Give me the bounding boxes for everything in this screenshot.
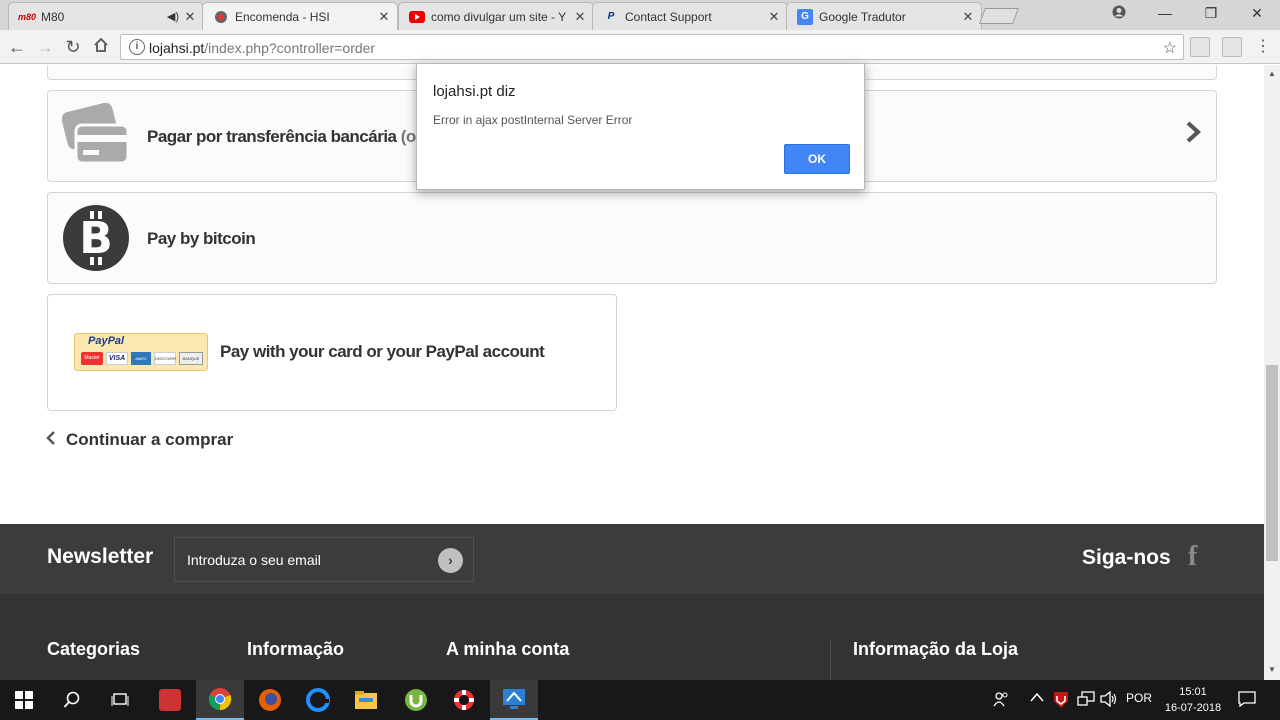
chrome-icon[interactable]	[196, 680, 244, 720]
notifications-icon[interactable]	[1238, 691, 1256, 710]
credit-card-icon	[61, 102, 130, 174]
extension-pdf-icon[interactable]	[1190, 37, 1210, 57]
bitcoin-label: Pay by bitcoin	[147, 229, 256, 248]
app-icon-red[interactable]	[146, 680, 194, 720]
hsi-icon	[213, 9, 229, 25]
paypal-icon: P	[607, 11, 615, 22]
paypal-logo: PayPal Master VISA AMEX DISCOVER BANQUE	[74, 333, 208, 371]
start-button[interactable]	[0, 680, 48, 720]
tab-m80[interactable]: m80 M80 ◀) ✕	[8, 2, 204, 30]
tab-title: Contact Support	[625, 9, 712, 24]
bookmark-star-icon[interactable]: ☆	[1163, 38, 1177, 58]
dialog-message: Error in ajax postInternal Server Error	[433, 113, 633, 127]
lifebuoy-icon[interactable]	[440, 680, 488, 720]
tab-strip: m80 M80 ◀) ✕ Encomenda - HSI ✕ como divu…	[0, 0, 1280, 30]
menu-icon[interactable]: ⋮	[1252, 36, 1274, 58]
reload-icon[interactable]: ↻	[62, 36, 84, 58]
scrollbar-thumb[interactable]	[1266, 365, 1278, 561]
newsletter-title: Newsletter	[47, 545, 154, 568]
alert-dialog: lojahsi.pt diz Error in ajax postInterna…	[416, 63, 865, 190]
tab-title: Encomenda - HSI	[235, 9, 330, 24]
people-icon[interactable]	[993, 691, 1009, 710]
close-icon[interactable]: ✕	[767, 9, 781, 25]
close-icon[interactable]: ✕	[377, 9, 391, 25]
tab-title: Google Tradutor	[819, 9, 906, 24]
chevron-right-icon	[1185, 121, 1201, 149]
chevron-left-icon	[46, 430, 56, 450]
window-close-button[interactable]: ✕	[1242, 5, 1272, 22]
payment-option-paypal[interactable]: PayPal Master VISA AMEX DISCOVER BANQUE …	[47, 294, 617, 411]
search-icon[interactable]	[48, 680, 96, 720]
tab-contact-support[interactable]: P Contact Support ✕	[592, 2, 788, 30]
ok-button[interactable]: OK	[784, 144, 850, 174]
tab-youtube[interactable]: como divulgar um site - Y ✕	[398, 2, 594, 30]
scroll-down-icon[interactable]: ▼	[1268, 665, 1276, 674]
continue-shopping-link[interactable]: Continuar a comprar	[46, 430, 233, 450]
browser-toolbar: ← → ↻ i lojahsi.pt/index.php?controller=…	[0, 30, 1280, 64]
new-tab-button[interactable]	[979, 8, 1019, 24]
footer-heading-informacao-loja: Informação da Loja	[853, 639, 1019, 659]
profile-icon[interactable]	[1104, 5, 1134, 22]
language-indicator[interactable]: POR	[1126, 691, 1152, 705]
submit-arrow-icon[interactable]: ›	[438, 548, 463, 573]
file-explorer-icon[interactable]	[342, 680, 390, 720]
tab-title: M80	[41, 9, 65, 24]
minimize-button[interactable]: —	[1150, 5, 1180, 21]
tab-google-tradutor[interactable]: G Google Tradutor ✕	[786, 2, 982, 30]
close-icon[interactable]: ✕	[961, 9, 975, 25]
task-view-icon[interactable]	[96, 680, 144, 720]
windows-icon	[15, 691, 33, 709]
follow-us-label: Siga-nos	[1082, 546, 1171, 569]
dialog-title: lojahsi.pt diz	[433, 83, 516, 100]
page-scrollbar[interactable]: ▲ ▼	[1264, 65, 1280, 680]
info-icon[interactable]: i	[129, 39, 145, 55]
firefox-icon[interactable]	[246, 680, 294, 720]
network-icon[interactable]	[1077, 691, 1095, 710]
youtube-icon	[409, 9, 425, 25]
newsletter-email-input[interactable]: Introduza o seu email ›	[174, 537, 474, 582]
forward-icon[interactable]: →	[34, 36, 56, 58]
tab-title: como divulgar um site - Y	[431, 9, 567, 24]
volume-icon[interactable]	[1100, 690, 1118, 710]
footer-divider	[830, 639, 831, 680]
facebook-icon[interactable]: f	[1188, 541, 1197, 573]
chevron-up-icon[interactable]	[1030, 691, 1044, 705]
rdp-icon[interactable]	[490, 680, 538, 720]
address-bar[interactable]: i lojahsi.pt/index.php?controller=order …	[120, 34, 1184, 60]
bitcoin-icon: B	[63, 205, 129, 271]
mcafee-icon[interactable]	[1053, 691, 1069, 712]
home-icon[interactable]	[90, 36, 112, 58]
url-text[interactable]: lojahsi.pt/index.php?controller=order	[149, 40, 375, 56]
footer-heading-informacao: Informação	[247, 639, 345, 659]
clock[interactable]: 15:01 16-07-2018	[1158, 684, 1228, 716]
back-icon[interactable]: ←	[6, 36, 28, 58]
footer: Categorias Informação A minha conta Info…	[0, 594, 1264, 680]
paypal-label: Pay with your card or your PayPal accoun…	[220, 342, 545, 361]
extension-icon[interactable]	[1222, 37, 1242, 57]
footer-heading-categorias: Categorias	[47, 639, 141, 659]
footer-heading-minha-conta: A minha conta	[446, 639, 570, 659]
utorrent-icon[interactable]	[392, 680, 440, 720]
payment-option-bitcoin[interactable]: B Pay by bitcoin	[47, 192, 1217, 284]
close-icon[interactable]: ✕	[573, 9, 587, 25]
scroll-up-icon[interactable]: ▲	[1268, 69, 1276, 78]
m80-icon: m80	[18, 11, 37, 22]
windows-taskbar: POR 15:01 16-07-2018	[0, 680, 1280, 720]
bank-transfer-label: Pagar por transferência bancária (o pr	[147, 127, 437, 146]
google-translate-icon: G	[797, 8, 813, 25]
maximize-button[interactable]: ❐	[1196, 5, 1226, 22]
close-icon[interactable]: ✕	[183, 9, 197, 25]
speaker-icon[interactable]: ◀)	[167, 10, 179, 23]
tab-encomenda[interactable]: Encomenda - HSI ✕	[202, 2, 398, 30]
edge-icon[interactable]	[294, 680, 342, 720]
newsletter-bar: Newsletter Introduza o seu email › Siga-…	[0, 524, 1264, 594]
